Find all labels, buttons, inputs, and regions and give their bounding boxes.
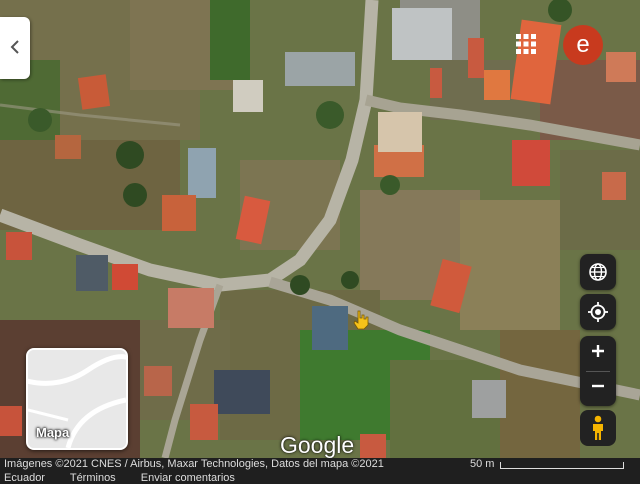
zoom-out-button[interactable]	[580, 371, 616, 406]
grid-apps-icon	[516, 34, 536, 54]
zoom-in-button[interactable]	[580, 336, 616, 371]
street-view-button[interactable]	[580, 410, 616, 446]
zoom-controls	[580, 336, 616, 406]
attribution-footer: Imágenes ©2021 CNES / Airbus, Maxar Tech…	[0, 458, 640, 484]
minus-icon	[590, 378, 606, 399]
scale-control[interactable]: 50 m	[470, 458, 625, 470]
side-panel-toggle[interactable]	[0, 17, 30, 79]
google-logo: Google	[280, 432, 355, 458]
my-location-button[interactable]	[580, 294, 616, 330]
my-location-icon	[588, 302, 608, 322]
map-type-switcher[interactable]: Mapa	[26, 348, 128, 450]
country-label: Ecuador	[4, 472, 45, 484]
avatar-letter: e	[576, 31, 590, 58]
chevron-left-icon	[10, 39, 20, 57]
imagery-attribution: Imágenes ©2021 CNES / Airbus, Maxar Tech…	[4, 458, 384, 470]
apps-button[interactable]	[514, 32, 538, 56]
globe-icon	[589, 263, 607, 281]
plus-icon	[590, 343, 606, 364]
scale-bar	[500, 461, 625, 469]
pegman-icon	[593, 415, 603, 440]
minimap-label: Mapa	[36, 425, 70, 440]
layers-button[interactable]	[580, 254, 616, 290]
scale-label: 50 m	[470, 458, 495, 470]
account-avatar[interactable]: e	[563, 25, 603, 65]
terms-link[interactable]: Términos	[70, 472, 116, 484]
feedback-link[interactable]: Enviar comentarios	[141, 472, 235, 484]
